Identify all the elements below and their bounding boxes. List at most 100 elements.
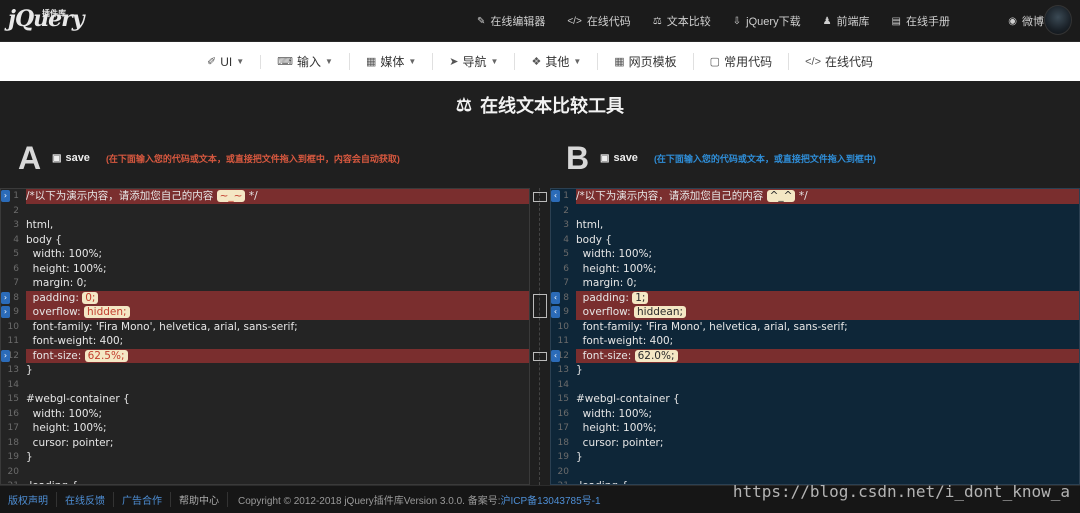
- subnav-item-0[interactable]: ✐ UI ▼: [191, 54, 262, 69]
- topnav-item-4[interactable]: ♟ 前端库: [823, 13, 870, 29]
- code-line: 17 height: 100%;: [551, 421, 1079, 436]
- scale-icon: ⚖: [455, 94, 473, 115]
- code-line: 17 height: 100%;: [1, 421, 529, 436]
- diff-highlight: 62.5%;: [84, 349, 128, 362]
- line-number: 13: [551, 363, 573, 378]
- code-text: html,: [26, 219, 54, 231]
- code-line: 12 font-size: 62.0%; ‹: [551, 348, 1079, 363]
- footer-copyright: Copyright © 2012-2018 jQuery插件库Version 3…: [238, 496, 601, 507]
- panel-b-header: B ▣ save (在下面输入您的代码或文本，或直接把文件拖入到框中): [566, 131, 876, 185]
- code-line: 15 #webgl-container {: [551, 392, 1079, 407]
- subnav-item-7[interactable]: </> 在线代码: [789, 53, 889, 70]
- topnav-item-3[interactable]: ⇩ jQuery下载: [733, 13, 801, 29]
- topnav-label: 微博: [1022, 16, 1044, 28]
- chevron-down-icon: ▼: [236, 57, 245, 66]
- code-line: 3 html,: [1, 218, 529, 233]
- footer-link-1[interactable]: 在线反馈: [57, 492, 114, 507]
- panel-b-hint: (在下面输入您的代码或文本，或直接把文件拖入到框中): [653, 153, 876, 164]
- topnav-item-6[interactable]: ◉ 微博: [1008, 13, 1044, 29]
- code-line: 14: [1, 377, 529, 393]
- icp-link[interactable]: 沪ICP备13043785号-1: [501, 496, 601, 507]
- diff-highlight: hiddean;: [634, 306, 687, 318]
- code-text: body {: [26, 233, 62, 246]
- topnav-item-5[interactable]: ▤ 在线手册: [892, 13, 950, 29]
- subnav-label: UI: [220, 54, 233, 69]
- line-number: 20: [1, 464, 23, 479]
- subnav-item-3[interactable]: ➤ 导航 ▼: [433, 53, 516, 70]
- footer-link-2[interactable]: 广告合作: [114, 492, 171, 507]
- line-number: 5: [551, 247, 573, 262]
- code-line: 13}: [1, 363, 529, 378]
- dropbox-icon: ❖: [531, 56, 542, 68]
- brush-icon: ✐: [206, 56, 217, 68]
- book-icon: ▤: [891, 15, 901, 27]
- chevron-down-icon: ▼: [325, 57, 333, 66]
- editor-a[interactable]: 1/*以下为演示内容，请添加您自己的内容 ~_~ */› 2 3 html, 4 body…: [0, 188, 530, 485]
- line-number: 15: [551, 392, 573, 407]
- topnav-item-2[interactable]: ⚖ 文本比较: [653, 13, 711, 29]
- merge-right-icon[interactable]: ›: [1, 306, 10, 318]
- subnav-item-2[interactable]: ▦ 媒体 ▼: [350, 53, 434, 70]
- site-logo[interactable]: jQuery 插件库: [8, 6, 84, 32]
- line-number: 16: [1, 406, 23, 421]
- line-number: 17: [551, 421, 573, 436]
- avatar[interactable]: [1044, 5, 1072, 35]
- line-number: 17: [1, 421, 23, 436]
- scale-icon: ⚖: [652, 15, 662, 27]
- subnav-item-4[interactable]: ❖ 其他 ▼: [515, 53, 599, 70]
- line-number: 18: [1, 435, 23, 450]
- topnav-label: 文本比较: [666, 16, 711, 28]
- line-number: 11: [551, 334, 573, 349]
- category-nav: ✐ UI ▼ ⌨ 输入 ▼ ▦ 媒体 ▼ ➤ 导航 ▼ ❖ 其他 ▼ ▦ 网页模板 ▢ 常用代码 </> 在线代码: [0, 42, 1080, 81]
- subnav-label: 媒体: [380, 55, 405, 69]
- line-number: 4: [1, 232, 23, 247]
- code-text: font-weight: 400;: [576, 335, 674, 347]
- merge-right-icon[interactable]: ›: [1, 190, 10, 202]
- code-line: 7 margin: 0;: [551, 276, 1079, 291]
- topnav-label: 在线代码: [586, 16, 631, 28]
- subnav-item-1[interactable]: ⌨ 输入 ▼: [261, 53, 350, 70]
- save-button-a[interactable]: ▣ save: [52, 152, 90, 164]
- code-text: font-family: 'Fira Mono', helvetica, ari…: [576, 320, 848, 333]
- subnav-item-6[interactable]: ▢ 常用代码: [694, 53, 790, 70]
- code-line: 16 width: 100%;: [1, 406, 529, 421]
- subnav-item-5[interactable]: ▦ 网页模板: [598, 53, 694, 70]
- merge-left-icon[interactable]: ‹: [551, 291, 560, 304]
- editor-b[interactable]: 1/*以下为演示内容，请添加您自己的内容 ^_^ */‹ 2 3 html, 4 body…: [550, 188, 1080, 485]
- code-line: 6 height: 100%;: [551, 261, 1079, 276]
- save-button-b[interactable]: ▣ save: [600, 152, 638, 164]
- line-number: 19: [551, 450, 573, 465]
- topnav-item-1[interactable]: </> 在线代码: [567, 13, 630, 29]
- code-line: 5 width: 100%;: [551, 247, 1079, 262]
- merge-left-icon[interactable]: ‹: [551, 306, 560, 318]
- code-line: 11 font-weight: 400;: [1, 334, 529, 349]
- footer-link-0[interactable]: 版权声明: [0, 492, 57, 507]
- diff-highlight: ^_^: [766, 190, 796, 202]
- merge-left-icon[interactable]: ‹: [551, 190, 560, 202]
- code-text: height: 100%;: [576, 422, 657, 434]
- code-text: padding: 0;: [26, 290, 529, 305]
- code-text: font-family: 'Fira Mono', helvetica, ari…: [26, 320, 298, 333]
- code-line: 10 font-family: 'Fira Mono', helvetica, …: [1, 319, 529, 334]
- code-line: 16 width: 100%;: [551, 406, 1079, 421]
- topnav-item-0[interactable]: ✎ 在线编辑器: [477, 13, 545, 29]
- merge-right-icon[interactable]: ›: [1, 349, 10, 362]
- code-text: width: 100%;: [576, 248, 653, 260]
- code-text: html,: [576, 219, 604, 231]
- code-text: }: [576, 364, 583, 376]
- panel-a-hint: (在下面输入您的代码或文本，或直接把文件拖入到框中，内容会自动获取): [105, 153, 400, 164]
- panel-b-letter: B: [566, 139, 590, 176]
- footer-help-link[interactable]: 帮助中心: [171, 492, 228, 507]
- topnav-label: 前端库: [836, 16, 870, 28]
- subnav-label: 在线代码: [825, 55, 874, 69]
- code-line: 14: [551, 377, 1079, 393]
- diff-highlight: 1;: [632, 291, 649, 304]
- subnav-label: 输入: [297, 55, 322, 69]
- code-line: 9 overflow: hiddean; ‹: [551, 305, 1079, 320]
- merge-left-icon[interactable]: ‹: [551, 349, 560, 362]
- diff-highlight: hidden;: [84, 306, 130, 318]
- merge-right-icon[interactable]: ›: [1, 291, 10, 304]
